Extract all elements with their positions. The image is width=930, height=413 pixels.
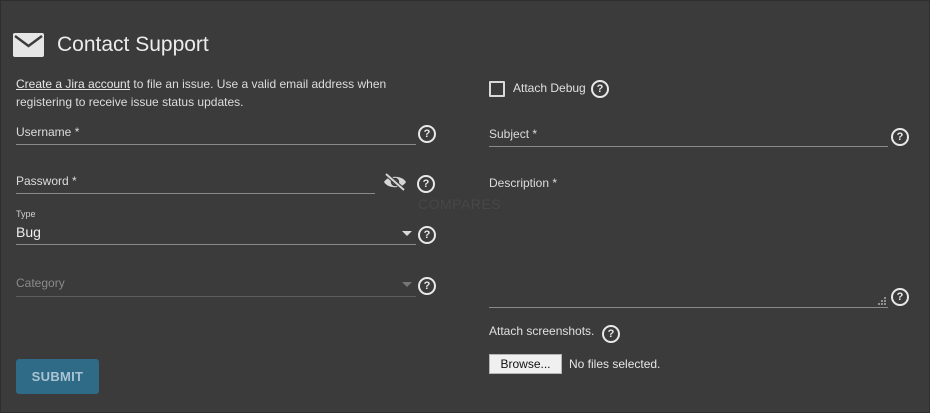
attach-debug-label: Attach Debug [513, 81, 586, 95]
chevron-down-icon [402, 231, 412, 236]
page-title: Contact Support [57, 33, 209, 56]
type-underline [16, 244, 416, 245]
password-field[interactable]: Password * [16, 174, 375, 194]
attach-screenshots-label: Attach screenshots. [489, 324, 595, 338]
category-underline [16, 296, 416, 297]
subject-underline [489, 146, 888, 147]
browse-button[interactable]: Browse... [489, 354, 562, 374]
subject-field[interactable]: Subject * [489, 127, 888, 147]
attach-debug-help-icon[interactable]: ? [591, 80, 609, 98]
password-label: Password * [16, 174, 77, 188]
description-label: Description * [489, 176, 558, 190]
type-select[interactable]: Bug [16, 222, 416, 245]
category-placeholder: Category [16, 276, 65, 290]
subject-label: Subject * [489, 127, 538, 141]
username-label: Username * [16, 125, 80, 139]
dialog-header: Contact Support [13, 31, 209, 59]
resize-handle-icon[interactable] [877, 292, 886, 305]
description-textarea[interactable]: Description * [489, 176, 888, 308]
attach-debug-checkbox[interactable] [489, 81, 505, 97]
type-label: Type [16, 209, 36, 219]
username-field[interactable]: Username * [16, 125, 416, 145]
create-jira-account-link[interactable]: Create a Jira account [16, 77, 130, 91]
category-help-icon[interactable]: ? [418, 277, 436, 295]
intro-text: Create a Jira account to file an issue. … [16, 75, 416, 111]
type-help-icon[interactable]: ? [418, 226, 436, 244]
envelope-icon [13, 33, 44, 57]
subject-help-icon[interactable]: ? [891, 128, 909, 146]
watermark: COMPARES [418, 196, 502, 212]
username-underline [16, 144, 416, 145]
description-help-icon[interactable]: ? [891, 288, 909, 306]
chevron-down-icon [402, 282, 412, 287]
submit-button[interactable]: SUBMIT [16, 359, 99, 394]
category-select[interactable]: Category [16, 275, 416, 297]
password-help-icon[interactable]: ? [417, 175, 435, 193]
type-value: Bug [16, 224, 41, 240]
username-help-icon[interactable]: ? [418, 125, 436, 143]
attach-screenshots-help-icon[interactable]: ? [602, 325, 620, 343]
password-underline [16, 193, 375, 194]
file-status-text: No files selected. [569, 357, 661, 371]
eye-off-icon[interactable] [383, 172, 407, 192]
description-underline [489, 307, 888, 308]
